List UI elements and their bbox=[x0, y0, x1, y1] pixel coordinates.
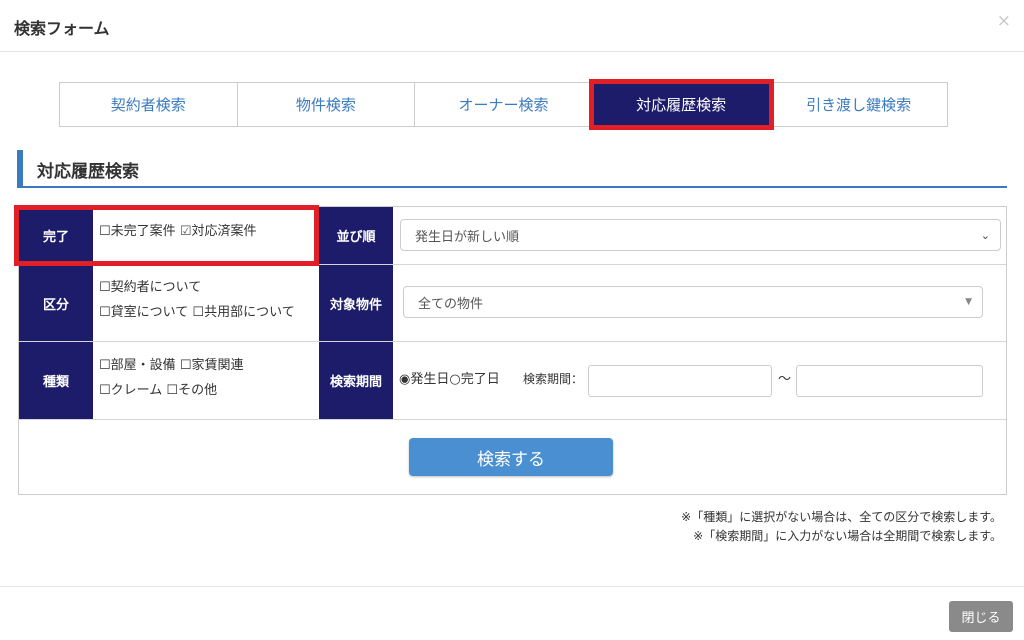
close-icon[interactable]: × bbox=[997, 13, 1011, 30]
checkbox-common-area[interactable]: ☐共用部について bbox=[192, 305, 294, 320]
status-label: 完了 bbox=[19, 207, 93, 264]
period-range-label: 検索期間： bbox=[523, 372, 584, 386]
checkbox-other[interactable]: ☐その他 bbox=[166, 383, 217, 398]
checkbox-rent[interactable]: ☐家賃関連 bbox=[180, 358, 244, 373]
range-separator: ～ bbox=[778, 372, 792, 387]
category-label: 区分 bbox=[19, 265, 93, 341]
period-from-input[interactable] bbox=[588, 365, 772, 397]
row-divider bbox=[19, 264, 1006, 265]
tab-contractor-search[interactable]: 契約者検索 bbox=[60, 83, 238, 126]
sort-select[interactable]: 発生日が新しい順 ⌄ bbox=[400, 219, 1001, 251]
period-label: 検索期間 bbox=[319, 342, 393, 419]
tab-owner-search[interactable]: オーナー検索 bbox=[415, 83, 593, 126]
note-period: ※「検索期間」に入力がない場合は全期間で検索します。 bbox=[693, 529, 1002, 543]
type-label: 種類 bbox=[19, 342, 93, 419]
tab-key-handover-search[interactable]: 引き渡し鍵検索 bbox=[770, 83, 947, 126]
modal-title: 検索フォーム bbox=[14, 19, 110, 38]
period-to-input[interactable] bbox=[796, 365, 983, 397]
checkbox-complaint[interactable]: ☐クレーム bbox=[99, 383, 162, 398]
status-options: ☐未完了案件 ☑対応済案件 bbox=[99, 219, 256, 244]
checkbox-room[interactable]: ☐貸室について bbox=[99, 305, 188, 320]
search-tabs: 契約者検索 物件検索 オーナー検索 対応履歴検索 引き渡し鍵検索 bbox=[59, 79, 948, 130]
property-select-value: 全ての物件 bbox=[418, 296, 484, 312]
sort-select-value: 発生日が新しい順 bbox=[415, 229, 520, 245]
section-title: 対応履歴検索 bbox=[37, 162, 139, 182]
note-type: ※「種類」に選択がない場合は、全ての区分で検索します。 bbox=[681, 510, 1002, 524]
modal-header: 検索フォーム × bbox=[0, 0, 1024, 52]
radio-completion-date[interactable]: ○完了日 bbox=[449, 372, 499, 387]
caret-down-icon: ▼ bbox=[965, 297, 972, 307]
row-divider bbox=[19, 341, 1006, 342]
section-header: 対応履歴検索 bbox=[17, 150, 1007, 188]
checkbox-contractor[interactable]: ☐契約者について bbox=[99, 280, 201, 295]
type-options: ☐部屋・設備 ☐家賃関連 ☐クレーム ☐その他 bbox=[99, 353, 243, 403]
period-radios: ◉発生日○完了日 bbox=[399, 367, 500, 392]
search-button[interactable]: 検索する bbox=[409, 438, 613, 476]
checkbox-incomplete[interactable]: ☐未完了案件 bbox=[99, 224, 176, 239]
tab-property-search[interactable]: 物件検索 bbox=[238, 83, 416, 126]
chevron-down-icon: ⌄ bbox=[980, 228, 990, 242]
radio-occurrence-date[interactable]: ◉発生日 bbox=[399, 372, 449, 387]
category-options: ☐契約者について ☐貸室について ☐共用部について bbox=[99, 275, 295, 325]
property-select[interactable]: 全ての物件 ▼ bbox=[403, 286, 983, 318]
checkbox-completed[interactable]: ☑対応済案件 bbox=[180, 224, 257, 239]
close-button[interactable]: 閉じる bbox=[949, 601, 1013, 632]
sort-label: 並び順 bbox=[319, 207, 393, 264]
property-label: 対象物件 bbox=[319, 265, 393, 341]
footer-divider bbox=[0, 586, 1024, 587]
tab-response-history-search[interactable]: 対応履歴検索 bbox=[588, 79, 775, 130]
row-divider bbox=[19, 419, 1006, 420]
checkbox-room-equipment[interactable]: ☐部屋・設備 bbox=[99, 358, 176, 373]
